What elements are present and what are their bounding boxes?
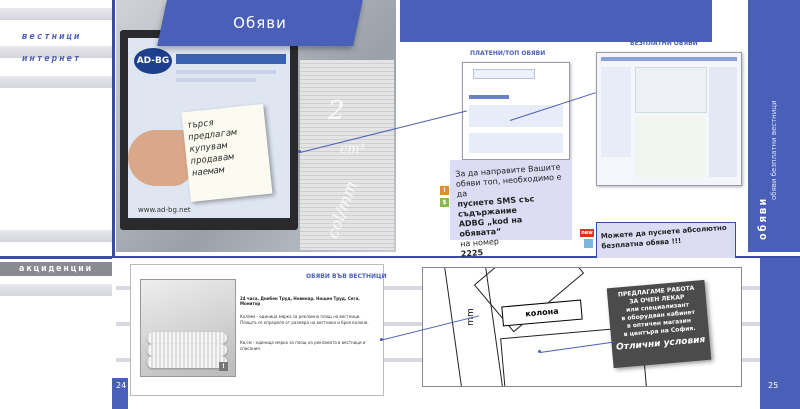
- connector-dot: [538, 350, 541, 353]
- page-number-block: [760, 258, 800, 409]
- info-icon: [584, 239, 593, 248]
- page-number-left: 24: [116, 381, 127, 390]
- formula-cm: cm³: [340, 142, 365, 157]
- free-ads-screenshot: [596, 52, 742, 186]
- sticky-note: търся предлагам купувам продавам наемам: [181, 103, 273, 203]
- job-ad-text: ПРЕДЛАГАМЕ РАБОТА ЗА ОЧЕН ЛЕКАР или спец…: [607, 280, 712, 368]
- gutter-word-newspapers: вестници: [22, 32, 82, 42]
- connector-dot: [298, 150, 301, 153]
- gutter-stripe: [0, 76, 112, 88]
- newspaper-heading: ОБЯВИ ВЪВ ВЕСТНИЦИ: [306, 273, 387, 280]
- page-title: Обяви: [233, 14, 287, 32]
- sms-instructions-box: За да направите Вашите обяви топ, необхо…: [450, 160, 572, 259]
- page-number-right: 25: [768, 381, 779, 390]
- formula-exponent: 2: [328, 96, 345, 126]
- mini-block: [635, 67, 707, 113]
- connector-dot: [380, 338, 383, 341]
- mini-column: [601, 67, 631, 157]
- mini-block: [635, 117, 705, 177]
- hand-image: [128, 130, 192, 186]
- site-url: www.ad-bg.net: [138, 206, 191, 214]
- gutter-word-internet: интернет: [22, 54, 82, 64]
- site-logo: AD-BG: [134, 48, 172, 74]
- mini-search: [473, 69, 535, 79]
- free-ads-label: БЕЗПЛАТНИ ОБЯВИ: [630, 40, 698, 47]
- gutter-stripe: [0, 230, 112, 242]
- paid-ads-label: ПЛАТЕНИ/ТОП ОБЯВИ: [470, 50, 546, 57]
- gutter-stripe: [0, 284, 112, 296]
- section-label-accidents: акциденции: [0, 262, 112, 276]
- right-banner: [400, 0, 712, 42]
- gutter-stripe: [0, 8, 112, 20]
- rolled-paper: [147, 356, 227, 368]
- mini-heading: [469, 95, 509, 99]
- website-screen: AD-BG търся предлагам купувам продавам н…: [128, 38, 290, 218]
- newspaper-names: 24 часа, Днебен Труд, Новинар, Нощен Тру…: [240, 296, 360, 306]
- left-gutter: вестници интернет акциденции: [0, 0, 112, 409]
- exclamation-icon: !: [219, 362, 228, 371]
- newspaper-paragraph: Кол/мм - единица мярка за рекламна площ …: [240, 314, 369, 325]
- site-bar: [176, 78, 256, 82]
- monitor: AD-BG търся предлагам купувам продавам н…: [120, 30, 298, 230]
- side-vertical-title: обяви: [756, 196, 769, 240]
- mini-column: [709, 67, 737, 177]
- site-navbar: [176, 54, 286, 64]
- new-badge: new: [580, 229, 594, 237]
- paid-ads-screenshot: [462, 62, 570, 160]
- rolled-paper: [147, 344, 227, 356]
- dollar-icon: $: [440, 198, 449, 207]
- mini-bar: [601, 57, 737, 61]
- exclamation-icon: !: [440, 186, 449, 195]
- newspaper-paragraph: Кв.см - единица мярка за площ на реклама…: [240, 340, 366, 351]
- site-bar: [176, 70, 276, 74]
- rolled-paper: [147, 332, 227, 344]
- free-ad-box: Можете да пуснете абсолютно безплатна об…: [596, 222, 736, 262]
- mini-block: [469, 133, 563, 153]
- newspaper-photo: !: [140, 279, 236, 377]
